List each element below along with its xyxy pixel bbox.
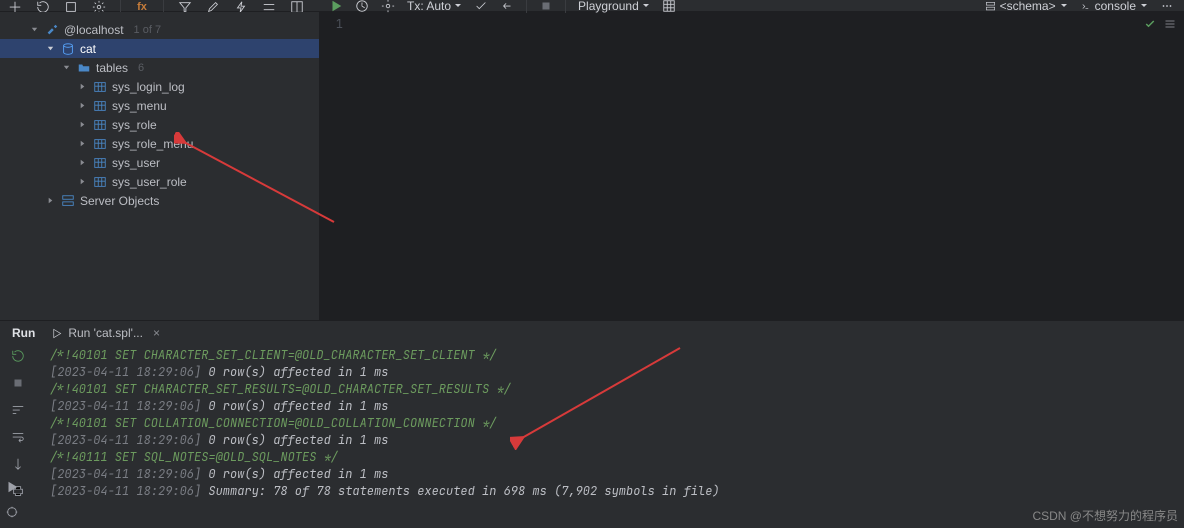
tables-count: 6 bbox=[138, 62, 144, 74]
editor-gutter: 1 bbox=[319, 12, 349, 320]
run-icon[interactable] bbox=[329, 0, 343, 13]
database-tree-sidebar: @localhost 1 of 7 cat tables 6 sys_login… bbox=[0, 12, 319, 320]
stop-square-icon[interactable] bbox=[539, 0, 553, 13]
toolbar-divider bbox=[526, 0, 527, 13]
table-label: sys_menu bbox=[112, 99, 167, 113]
status-ok-icon bbox=[1144, 18, 1156, 33]
chevron-down-icon[interactable] bbox=[28, 25, 40, 34]
chevron-right-icon[interactable] bbox=[76, 139, 88, 148]
table-label: sys_login_log bbox=[112, 80, 185, 94]
chevron-right-icon[interactable] bbox=[44, 196, 56, 205]
tree-tables-folder[interactable]: tables 6 bbox=[0, 58, 319, 77]
chevron-right-icon[interactable] bbox=[76, 82, 88, 91]
tree-table-node[interactable]: sys_user_role bbox=[0, 172, 319, 191]
rollback-icon[interactable] bbox=[500, 0, 514, 13]
scroll-icon[interactable] bbox=[11, 457, 25, 474]
commit-icon[interactable] bbox=[474, 0, 488, 13]
table-label: sys_user_role bbox=[112, 175, 187, 189]
tree-table-node[interactable]: sys_login_log bbox=[0, 77, 319, 96]
run-tab[interactable]: Run bbox=[12, 326, 35, 340]
playground-selector[interactable]: Playground bbox=[578, 0, 650, 13]
close-icon[interactable]: × bbox=[153, 326, 160, 340]
server-objects-icon bbox=[60, 194, 76, 208]
tree-table-node[interactable]: sys_user bbox=[0, 153, 319, 172]
run-config-tab[interactable]: Run 'cat.spl'... × bbox=[51, 326, 160, 340]
watermark: CSDN @不想努力的程序员 bbox=[1032, 507, 1178, 524]
soft-wrap-icon[interactable] bbox=[11, 430, 25, 447]
tree-table-node[interactable]: sys_menu bbox=[0, 96, 319, 115]
chevron-right-icon[interactable] bbox=[76, 120, 88, 129]
table-icon bbox=[92, 99, 108, 113]
table-label: sys_role_menu bbox=[112, 137, 193, 151]
tree-table-node[interactable]: sys_role_menu bbox=[0, 134, 319, 153]
table-icon bbox=[92, 175, 108, 189]
console-selector[interactable]: console bbox=[1080, 0, 1148, 13]
grid-icon[interactable] bbox=[662, 0, 676, 13]
toolbar-divider bbox=[565, 0, 566, 13]
clock-icon[interactable] bbox=[355, 0, 369, 13]
play-tool-icon[interactable] bbox=[5, 480, 19, 497]
code-area[interactable] bbox=[349, 12, 1184, 320]
filter-output-icon[interactable] bbox=[11, 403, 25, 420]
debug-tool-icon[interactable] bbox=[5, 505, 19, 522]
stop-icon[interactable] bbox=[11, 376, 25, 393]
tree-server-objects[interactable]: Server Objects bbox=[0, 191, 319, 210]
chevron-right-icon[interactable] bbox=[76, 101, 88, 110]
tables-folder-label: tables bbox=[96, 61, 128, 75]
inspections-icon[interactable] bbox=[1164, 18, 1176, 33]
chevron-right-icon[interactable] bbox=[76, 158, 88, 167]
table-icon bbox=[92, 137, 108, 151]
tree-table-node[interactable]: sys_role bbox=[0, 115, 319, 134]
chevron-down-icon[interactable] bbox=[44, 44, 56, 53]
table-icon bbox=[92, 80, 108, 94]
run-panel: Run Run 'cat.spl'... × /*!40101 SET CHAR… bbox=[0, 320, 1184, 528]
line-number: 1 bbox=[319, 16, 343, 32]
server-objects-label: Server Objects bbox=[80, 194, 159, 208]
host-meta: 1 of 7 bbox=[134, 24, 162, 36]
database-label: cat bbox=[80, 42, 96, 56]
connection-icon bbox=[44, 23, 60, 37]
console-output[interactable]: /*!40101 SET CHARACTER_SET_CLIENT=@OLD_C… bbox=[36, 345, 1184, 528]
table-icon bbox=[92, 118, 108, 132]
tree-host-node[interactable]: @localhost 1 of 7 bbox=[0, 20, 319, 39]
table-icon bbox=[92, 156, 108, 170]
tx-mode-selector[interactable]: Tx: Auto bbox=[407, 0, 462, 13]
rerun-icon[interactable] bbox=[11, 349, 25, 366]
sql-editor[interactable]: Tx: Auto Playground <schema> console 1 bbox=[319, 12, 1184, 320]
database-icon bbox=[60, 42, 76, 56]
chevron-right-icon[interactable] bbox=[76, 177, 88, 186]
table-label: sys_user bbox=[112, 156, 160, 170]
table-label: sys_role bbox=[112, 118, 157, 132]
more-icon[interactable] bbox=[1160, 0, 1174, 13]
run-small-icon bbox=[51, 328, 62, 339]
gear-icon[interactable] bbox=[381, 0, 395, 13]
chevron-down-icon[interactable] bbox=[60, 63, 72, 72]
schema-selector[interactable]: <schema> bbox=[985, 0, 1068, 13]
left-tool-strip bbox=[0, 480, 24, 528]
tree-database-node[interactable]: cat bbox=[0, 39, 319, 58]
folder-icon bbox=[76, 61, 92, 75]
host-label: @localhost bbox=[64, 23, 124, 37]
